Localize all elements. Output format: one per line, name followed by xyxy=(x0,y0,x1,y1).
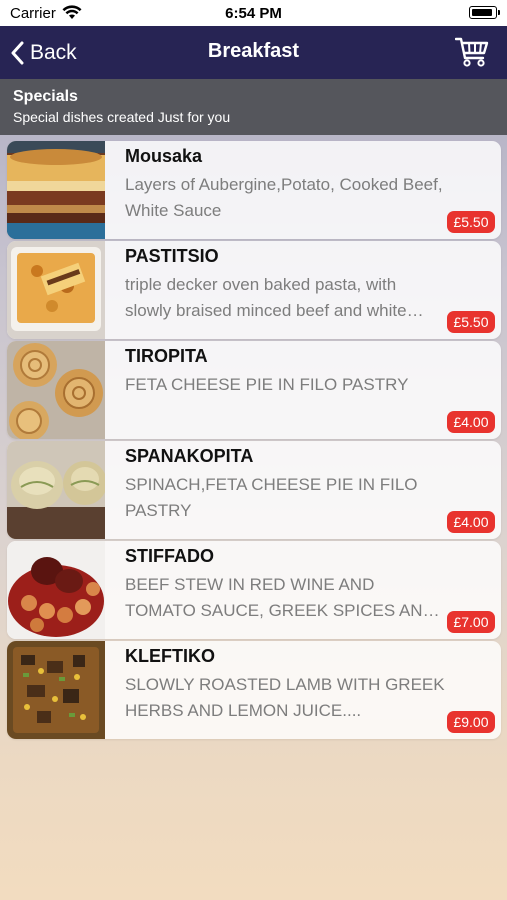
dish-card-pastitsio[interactable]: PASTITSIO triple decker oven baked pasta… xyxy=(7,241,501,339)
price-badge: £9.00 xyxy=(447,711,495,733)
price-badge: £7.00 xyxy=(447,611,495,633)
specials-header: Specials Special dishes created Just for… xyxy=(0,79,507,135)
price-badge: £5.50 xyxy=(447,311,495,333)
dish-name: SPANAKOPITA xyxy=(125,446,254,466)
dish-list: Mousaka Layers of Aubergine,Potato, Cook… xyxy=(7,141,501,741)
dish-name: STIFFADO xyxy=(125,546,214,566)
dish-description: SPINACH,FETA CHEESE PIE IN FILO PASTRY xyxy=(125,475,418,520)
dish-description: triple decker oven baked pasta, with slo… xyxy=(125,275,407,320)
navigation-bar: Back Breakfast xyxy=(0,26,507,79)
dish-name: PASTITSIO xyxy=(125,246,219,266)
dish-description: SLOWLY ROASTED LAMB WITH GREEK HERBS AND… xyxy=(125,675,445,720)
dish-description: BEEF STEW IN RED WINE AND TOMATO SAUCE, … xyxy=(125,575,435,620)
price-badge: £5.50 xyxy=(447,211,495,233)
dish-card-kleftiko[interactable]: KLEFTIKO SLOWLY ROASTED LAMB WITH GREEK … xyxy=(7,641,501,739)
dish-name: Mousaka xyxy=(125,146,203,166)
dish-card-mousaka[interactable]: Mousaka Layers of Aubergine,Potato, Cook… xyxy=(7,141,501,239)
spanakopita-image xyxy=(7,441,105,539)
section-title: Specials xyxy=(13,88,78,105)
dish-description: FETA CHEESE PIE IN FILO PASTRY xyxy=(125,375,409,394)
battery-fill xyxy=(472,9,492,16)
pastitsio-image xyxy=(7,241,105,339)
section-subtitle: Special dishes created Just for you xyxy=(13,109,231,125)
clock: 6:54 PM xyxy=(225,5,282,22)
tiropita-image xyxy=(7,341,105,439)
back-label: Back xyxy=(30,41,77,64)
dish-card-stiffado[interactable]: STIFFADO BEEF STEW IN RED WINE AND TOMAT… xyxy=(7,541,501,639)
dish-description: Layers of Aubergine,Potato, Cooked Beef,… xyxy=(125,175,443,220)
dish-card-spanakopita[interactable]: SPANAKOPITA SPINACH,FETA CHEESE PIE IN F… xyxy=(7,441,501,539)
status-bar: Carrier 6:54 PM xyxy=(0,0,507,26)
mousaka-image xyxy=(7,141,105,239)
back-button[interactable]: Back xyxy=(10,38,77,68)
battery-icon xyxy=(469,6,500,19)
dish-name: KLEFTIKO xyxy=(125,646,215,666)
stiffado-image xyxy=(7,541,105,639)
chevron-left-icon xyxy=(11,41,24,65)
dish-name: TIROPITA xyxy=(125,346,208,366)
cart-button[interactable] xyxy=(454,36,489,73)
price-badge: £4.00 xyxy=(447,411,495,433)
price-badge: £4.00 xyxy=(447,511,495,533)
cart-icon xyxy=(454,37,489,67)
kleftiko-image xyxy=(7,641,105,739)
dish-card-tiropita[interactable]: TIROPITA FETA CHEESE PIE IN FILO PASTRY … xyxy=(7,341,501,439)
